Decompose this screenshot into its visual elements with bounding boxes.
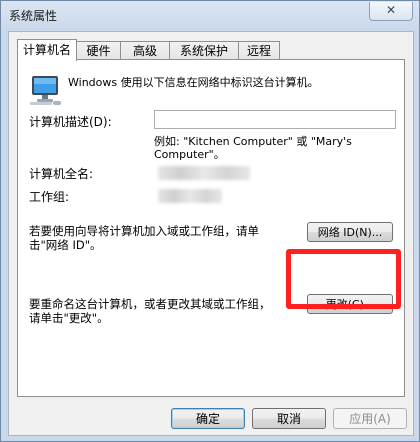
highlight-annotation-box [286, 249, 401, 309]
close-button[interactable]: ✕ [369, 2, 413, 21]
system-properties-window: 系统属性 ✕ 计算机名 硬件 高级 系统保护 远程 Windows 使用以下信息… [0, 0, 420, 442]
cancel-button[interactable]: 取消 [252, 408, 326, 429]
example-text-line2: Computer"。 [154, 148, 225, 161]
apply-button[interactable]: 应用(A) [333, 408, 407, 429]
ok-button[interactable]: 确定 [171, 408, 245, 429]
workgroup-value-redacted [158, 189, 222, 203]
tab-system-protection[interactable]: 系统保护 [169, 41, 239, 60]
intro-text: Windows 使用以下信息在网络中标识这台计算机。 [68, 76, 319, 89]
title-bar[interactable]: 系统属性 ✕ [1, 1, 419, 31]
description-label: 计算机描述(D): [29, 115, 112, 129]
rename-text-line2: 请单击"更改"。 [29, 311, 109, 325]
tab-computer-name[interactable]: 计算机名 [17, 39, 77, 61]
tab-hardware[interactable]: 硬件 [76, 41, 121, 60]
workgroup-label: 工作组: [29, 190, 70, 204]
full-name-value-redacted [158, 166, 250, 180]
network-id-button[interactable]: 网络 ID(N)... [307, 222, 393, 242]
tab-advanced[interactable]: 高级 [120, 41, 170, 60]
computer-name-panel: Windows 使用以下信息在网络中标识这台计算机。 计算机描述(D): 例如:… [17, 59, 405, 397]
dialog-client-area: 计算机名 硬件 高级 系统保护 远程 Windows 使用以下信息在网络中标识这… [8, 31, 414, 436]
network-wizard-text-line2: 击"网络 ID"。 [29, 238, 102, 252]
tab-remote[interactable]: 远程 [238, 41, 280, 60]
computer-icon [30, 76, 61, 105]
computer-description-input[interactable] [154, 110, 396, 129]
full-name-label: 计算机全名: [29, 167, 94, 181]
window-title: 系统属性 [9, 9, 58, 23]
